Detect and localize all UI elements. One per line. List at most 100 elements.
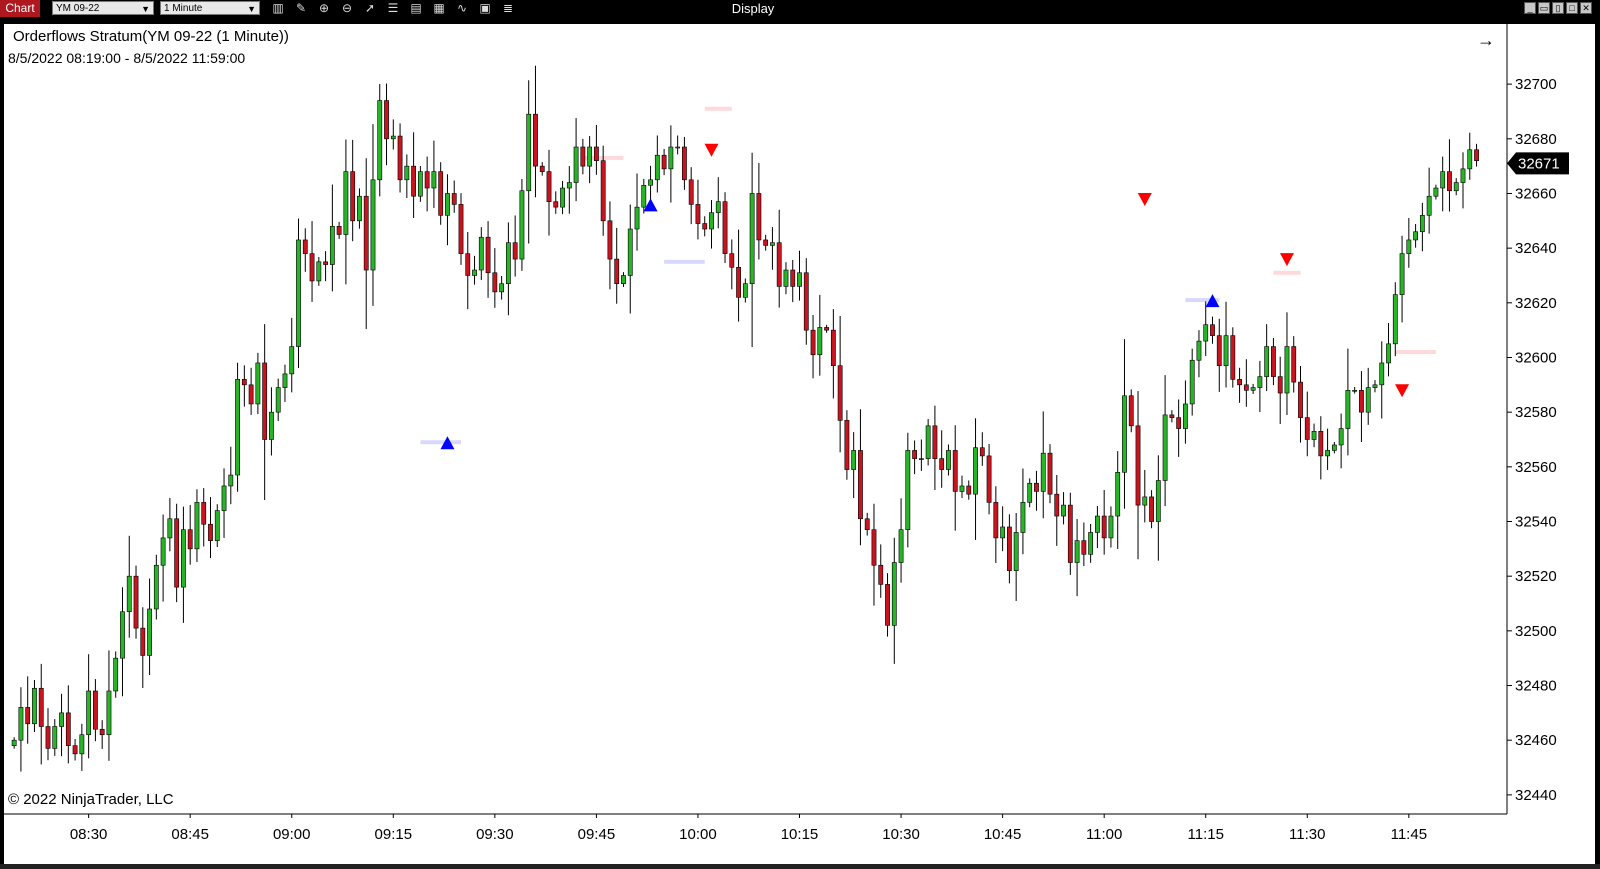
candle-up: [478, 236, 484, 271]
candle-down: [912, 450, 918, 459]
candle-up: [147, 608, 152, 656]
price-chart[interactable]: 32440 32460 32480 32500 32520 32540 32560 32580…: [4, 24, 1595, 864]
candle-down: [424, 171, 430, 189]
candle-up: [1386, 343, 1391, 364]
candle-up: [891, 562, 897, 626]
properties-icon[interactable]: ☰: [385, 1, 401, 16]
candle-up: [898, 529, 904, 563]
tile-icon[interactable]: ▯: [1552, 2, 1564, 14]
candle-down: [140, 627, 146, 656]
instrument-selector[interactable]: YM 09-22 ▼: [52, 1, 154, 15]
time-tick-label: 09:45: [578, 826, 616, 843]
candle-down: [993, 502, 999, 539]
candle-up: [1040, 452, 1046, 492]
candle-down: [1447, 171, 1452, 192]
candle-down: [1237, 379, 1242, 386]
candle-down: [614, 258, 620, 284]
price-tick-label: 32700: [1515, 76, 1557, 93]
indicators-icon[interactable]: ▦: [431, 1, 447, 16]
candle-down: [1271, 346, 1276, 377]
candle-up: [377, 100, 383, 181]
close-icon[interactable]: ✕: [1580, 2, 1592, 14]
candle-up: [221, 485, 227, 511]
candle-up: [668, 146, 674, 170]
period-selector[interactable]: 1 Minute ▼: [160, 1, 260, 15]
candle-down: [512, 242, 518, 260]
app-label[interactable]: Chart: [0, 0, 40, 17]
candle-up: [289, 346, 295, 375]
pencil-icon[interactable]: ✎: [293, 1, 309, 16]
candle-up: [194, 502, 200, 550]
candle-down: [1243, 384, 1249, 391]
menu-icon[interactable]: ≣: [500, 1, 516, 16]
minimize-icon[interactable]: _: [1524, 2, 1536, 14]
candle-down: [539, 165, 545, 172]
candle-up: [905, 450, 911, 531]
candle-up: [472, 269, 477, 276]
last-price-marker: 32671: [1507, 152, 1569, 175]
candle-up: [329, 225, 335, 265]
maximize-icon[interactable]: □: [1566, 2, 1578, 14]
candle-down: [1054, 493, 1060, 517]
candle-up: [275, 387, 281, 413]
strategies-icon[interactable]: ∿: [454, 1, 470, 16]
bar-style-icon[interactable]: ▥: [270, 1, 286, 16]
chart-panel[interactable]: 32440 32460 32480 32500 32520 32540 32560 32580…: [4, 24, 1595, 864]
templates-icon[interactable]: ▣: [477, 1, 493, 16]
candle-down: [803, 272, 809, 331]
restore-icon[interactable]: ▭: [1538, 2, 1550, 14]
candle-down: [824, 327, 829, 331]
candle-down: [986, 455, 992, 503]
candle-up: [715, 201, 721, 213]
candle-down: [309, 253, 315, 282]
candle-up: [1155, 480, 1161, 522]
candle-down: [248, 384, 254, 405]
period-value: 1 Minute: [164, 3, 203, 14]
copyright: © 2022 NinjaTrader, LLC: [8, 791, 174, 808]
candle-down: [38, 687, 44, 727]
candle-down: [187, 529, 193, 550]
arrow-right-icon[interactable]: →: [1477, 30, 1495, 51]
signal-zone: [1273, 270, 1301, 275]
candle-up: [282, 373, 288, 388]
candle-down: [208, 523, 213, 541]
candle-down: [688, 179, 694, 205]
zoom-out-icon[interactable]: ⊖: [339, 1, 355, 16]
candle-up: [925, 425, 931, 459]
candle-down: [1101, 515, 1107, 539]
pointer-icon[interactable]: ➚: [362, 1, 378, 16]
candle-down: [837, 365, 843, 421]
signal-zone: [664, 259, 705, 264]
candle-up: [390, 135, 396, 140]
candle-down: [607, 220, 613, 260]
candle-down: [939, 458, 945, 470]
candle-down: [695, 204, 701, 224]
candle-down: [1216, 335, 1222, 366]
candle-up: [1061, 504, 1066, 517]
zoom-in-icon[interactable]: ⊕: [316, 1, 332, 16]
candle-up: [1013, 532, 1019, 572]
candle-up: [1088, 532, 1094, 555]
candle-down: [241, 379, 247, 386]
time-tick-label: 11:00: [1086, 826, 1122, 843]
candle-down: [546, 171, 552, 202]
candle-down: [763, 239, 769, 246]
candle-up: [1399, 253, 1405, 295]
chevron-down-icon: ▼: [247, 4, 256, 14]
candle-up: [1094, 515, 1100, 533]
candle-down: [411, 165, 417, 197]
data-box-icon[interactable]: ▤: [408, 1, 424, 16]
signal-zone: [420, 440, 461, 445]
date-range: 8/5/2022 08:19:00 - 8/5/2022 11:59:00: [8, 50, 246, 66]
candle-up: [1392, 294, 1398, 345]
price-tick-label: 32520: [1515, 568, 1557, 585]
sell-signal-icon: [1395, 384, 1410, 398]
price-tick-label: 32620: [1515, 295, 1557, 312]
candle-up: [709, 212, 714, 230]
candle-down: [776, 242, 782, 287]
candle-up: [1122, 395, 1127, 473]
candle-up: [1467, 149, 1473, 170]
candle-up: [11, 739, 17, 746]
price-tick-label: 32580: [1515, 404, 1557, 421]
candle-down: [1135, 425, 1141, 506]
